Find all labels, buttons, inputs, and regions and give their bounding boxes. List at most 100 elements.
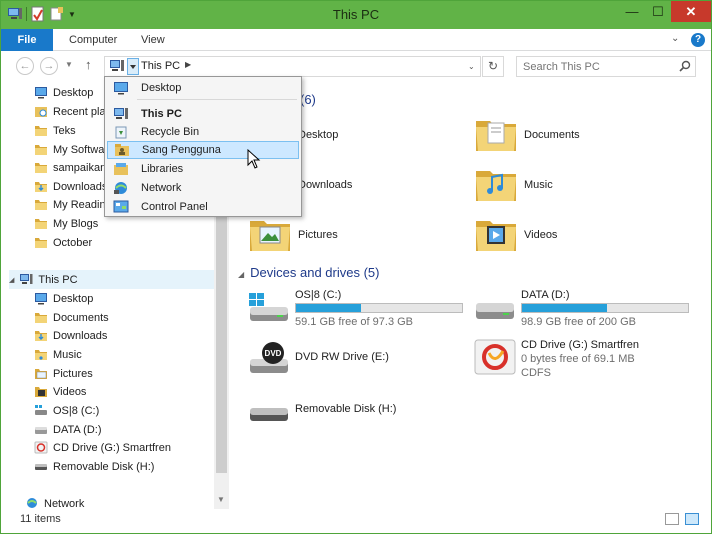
content-pane: (6) Desktop Documents Downloads Music Pictur… [230, 81, 711, 509]
drive-cd[interactable]: CD Drive (G:) Smartfren 0 bytes free of … [473, 337, 693, 379]
dropdown-item-desktop[interactable]: Desktop [107, 79, 299, 97]
sidebar-item-this-pc[interactable]: ◢ This PC [9, 270, 214, 289]
svg-text:DVD: DVD [265, 349, 282, 358]
sidebar-item-label: This PC [38, 273, 78, 286]
dropdown-item-user[interactable]: Sang Pengguna [107, 141, 299, 159]
drive-filesystem: CDFS [521, 367, 551, 379]
sidebar-item-pc-child[interactable]: Videos [34, 382, 214, 401]
help-icon[interactable]: ? [691, 33, 705, 47]
mouse-cursor-icon [247, 149, 261, 169]
sidebar-item-pc-child[interactable]: Documents [34, 308, 214, 327]
cd-icon [34, 441, 48, 454]
libraries-icon [114, 163, 128, 175]
music-folder-icon [476, 171, 516, 201]
separator [137, 99, 297, 100]
scroll-down-icon[interactable]: ▼ [217, 495, 225, 504]
dropdown-item-libraries[interactable]: Libraries [107, 160, 299, 178]
folders-group-header[interactable]: (6) [300, 92, 316, 107]
chevron-right-icon[interactable]: ▶ [185, 60, 191, 69]
recent-icon [35, 107, 47, 117]
recent-locations-icon[interactable]: ▼ [65, 60, 73, 69]
drive-name: DVD RW Drive (E:) [295, 351, 389, 363]
recycle-bin-icon [115, 126, 127, 139]
computer-icon [110, 60, 124, 71]
sidebar-item-pc-child[interactable]: Downloads [34, 326, 214, 345]
search-input[interactable] [517, 57, 677, 76]
up-button[interactable]: ↑ [85, 57, 92, 72]
title-bar[interactable]: ▼ This PC — ☐ ✕ [1, 1, 711, 29]
expand-ribbon-icon[interactable]: ⌄ [671, 33, 679, 44]
folder-tile[interactable]: Pictures [248, 213, 338, 257]
expand-arrow-icon[interactable]: ◢ [9, 276, 14, 284]
drive-d[interactable]: DATA (D:) 98.9 GB free of 200 GB [473, 289, 693, 329]
sidebar-item-pc-child[interactable]: Desktop [34, 289, 214, 308]
drive-free-space: 0 bytes free of 69.1 MB [521, 353, 635, 365]
drive-name: Removable Disk (H:) [295, 403, 397, 415]
refresh-button[interactable]: ↻ [482, 56, 504, 77]
removable-icon [35, 464, 47, 470]
address-text[interactable]: This PC [141, 60, 180, 72]
drive-name: OS|8 (C:) [295, 289, 342, 301]
folder-label: Pictures [298, 229, 338, 241]
folder-tile[interactable]: Music [474, 163, 553, 207]
tab-view[interactable]: View [141, 29, 165, 51]
devices-group-header[interactable]: ◢ Devices and drives (5) [238, 265, 379, 280]
address-dropdown-button[interactable] [127, 58, 139, 75]
chevron-down-icon[interactable]: ⌄ [468, 62, 475, 71]
drive-usage-fill [296, 304, 361, 312]
dropdown-item-label: Desktop [141, 82, 182, 94]
drive-free-space: 59.1 GB free of 97.3 GB [295, 316, 414, 328]
drive-free-space: 98.9 GB free of 200 GB [521, 316, 636, 328]
ribbon-tabs: File Computer View ⌄ ? [1, 29, 711, 51]
sidebar-item-label: Documents [53, 311, 109, 324]
osdrive-icon [35, 405, 47, 415]
large-icons-view-button[interactable] [685, 513, 699, 525]
folder-icon [35, 126, 47, 136]
sidebar-item-quick[interactable]: October [34, 233, 214, 252]
drive-c[interactable]: OS|8 (C:) 59.1 GB free of 97.3 GB [247, 289, 467, 329]
collapse-arrow-icon[interactable]: ◢ [238, 270, 244, 279]
address-bar[interactable]: This PC ▶ ⌄ [104, 56, 481, 77]
sidebar-item-label: Pictures [53, 367, 93, 380]
dropdown-item-this-pc[interactable]: This PC [107, 105, 299, 123]
sidebar-item-pc-child[interactable]: OS|8 (C:) [34, 401, 214, 420]
drive-dvd[interactable]: DVD DVD RW Drive (E:) [247, 339, 467, 379]
downloads-icon [35, 331, 47, 341]
dropdown-item-label: Control Panel [141, 201, 208, 213]
search-icon[interactable] [679, 60, 691, 72]
sidebar-item-label: Desktop [53, 86, 94, 99]
folder-tile[interactable]: Documents [474, 113, 580, 157]
desktop-icon [35, 293, 47, 305]
sidebar-item-label: Teks [53, 124, 76, 137]
minimize-button[interactable]: — [619, 1, 645, 22]
dropdown-item-control-panel[interactable]: Control Panel [107, 198, 299, 216]
sidebar-item-pc-child[interactable]: DATA (D:) [34, 420, 214, 439]
network-icon [114, 182, 127, 194]
search-box[interactable] [516, 56, 696, 77]
sidebar-item-pc-child[interactable]: CD Drive (G:) Smartfren [34, 438, 214, 457]
folder-tile[interactable]: Videos [474, 213, 557, 257]
drive-icon [35, 427, 47, 434]
sidebar-item-pc-child[interactable]: Removable Disk (H:) [34, 457, 214, 476]
forward-button[interactable]: → [40, 57, 58, 75]
maximize-button[interactable]: ☐ [645, 1, 671, 22]
sidebar-item-pc-child[interactable]: Pictures [34, 364, 214, 383]
details-view-button[interactable] [665, 513, 679, 525]
window-title: This PC [332, 7, 380, 22]
computer-icon [20, 274, 33, 284]
dropdown-item-network[interactable]: Network [107, 179, 299, 197]
close-button[interactable]: ✕ [671, 1, 711, 22]
dropdown-item-recycle-bin[interactable]: Recycle Bin [107, 123, 299, 141]
videos-icon [35, 387, 47, 397]
drive-removable[interactable]: Removable Disk (H:) [247, 395, 467, 435]
back-button[interactable]: ← [16, 57, 34, 75]
explorer-window: ▼ This PC — ☐ ✕ File Computer View ⌄ ? ←… [0, 0, 712, 534]
sidebar-item-label: Downloads [53, 329, 108, 342]
folders-count: (6) [300, 92, 316, 107]
folder-label: Videos [524, 229, 558, 241]
tab-computer[interactable]: Computer [69, 29, 117, 51]
sidebar-item-pc-child[interactable]: Music [34, 345, 214, 364]
sidebar-item-label: Videos [53, 385, 87, 398]
drive-usage-bar [521, 303, 689, 313]
tab-file[interactable]: File [1, 29, 53, 51]
